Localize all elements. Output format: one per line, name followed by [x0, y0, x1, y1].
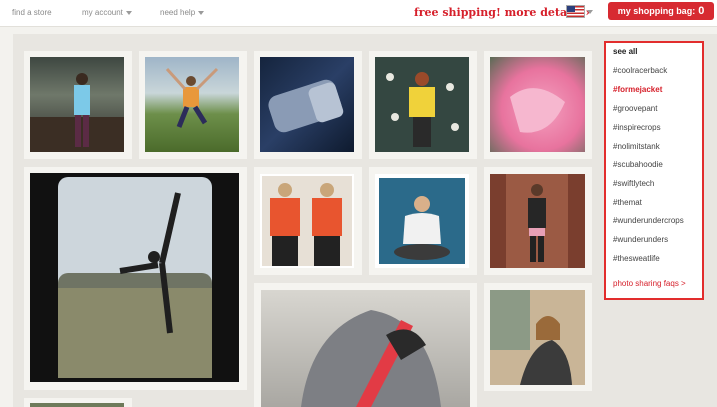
photo-content	[165, 67, 219, 128]
gallery-photo[interactable]	[490, 57, 585, 152]
hashtag-filter-panel: see all #coolracerback #formejacket #gro…	[604, 41, 704, 300]
shopping-bag-button[interactable]: my shopping bag: 0	[608, 2, 714, 20]
hashtag-link[interactable]: #wunderunders	[613, 235, 668, 244]
photo-content	[30, 73, 124, 152]
hashtag-link[interactable]: #swiftlytech	[613, 179, 654, 188]
photo-content	[268, 79, 344, 133]
chevron-down-icon	[198, 10, 205, 15]
see-all-link[interactable]: see all	[613, 47, 637, 56]
find-store-link[interactable]: find a store	[12, 8, 52, 17]
photo-content	[379, 178, 465, 264]
photo-content	[58, 177, 212, 378]
gallery-photo[interactable]	[260, 174, 354, 268]
gallery-photo[interactable]	[375, 174, 469, 268]
hashtag-link[interactable]: #wunderundercrops	[613, 216, 684, 225]
gallery-photo[interactable]	[30, 403, 124, 407]
top-navigation-bar: find a store my account need help free s…	[0, 0, 717, 27]
hashtag-link[interactable]: #thesweatlife	[613, 254, 660, 263]
my-account-menu[interactable]: my account	[82, 8, 132, 17]
shopping-bag-label: my shopping bag:	[617, 6, 696, 16]
chevron-down-icon[interactable]	[587, 10, 593, 14]
hashtag-link[interactable]: #scubahoodie	[613, 160, 663, 169]
us-flag-icon[interactable]	[566, 5, 585, 18]
flag-canton	[567, 6, 575, 12]
hashtag-link[interactable]: #groovepant	[613, 104, 657, 113]
photo-sharing-faqs-link[interactable]: photo sharing faqs >	[613, 279, 686, 288]
need-help-label: need help	[160, 8, 196, 17]
photo-content	[301, 310, 441, 407]
photo-content	[490, 174, 585, 268]
photo-content	[490, 290, 585, 385]
shopping-bag-count: 0	[698, 5, 705, 17]
gallery-photo[interactable]	[30, 173, 239, 382]
free-shipping-link[interactable]: free shipping! more details ›	[414, 6, 590, 19]
hashtag-link[interactable]: #nolimitstank	[613, 142, 660, 151]
hashtag-link[interactable]: #inspirecrops	[613, 123, 661, 132]
hashtag-link-active[interactable]: #formejacket	[613, 85, 662, 94]
gallery-photo[interactable]	[490, 174, 585, 268]
hashtag-link[interactable]: #themat	[613, 198, 642, 207]
photo-content	[510, 88, 565, 133]
gallery-photo[interactable]	[490, 290, 585, 385]
free-shipping-label: free shipping! more details	[414, 6, 582, 19]
gallery-photo[interactable]	[30, 57, 124, 152]
hashtag-link[interactable]: #coolracerback	[613, 66, 667, 75]
need-help-menu[interactable]: need help	[160, 8, 205, 17]
gallery-photo[interactable]	[375, 57, 469, 152]
chevron-down-icon	[125, 10, 132, 15]
gallery-photo[interactable]	[145, 57, 239, 152]
gallery-photo[interactable]	[261, 290, 470, 407]
photo-content	[262, 176, 352, 266]
photo-content	[375, 57, 469, 152]
my-account-label: my account	[82, 8, 123, 17]
gallery-photo[interactable]	[260, 57, 354, 152]
